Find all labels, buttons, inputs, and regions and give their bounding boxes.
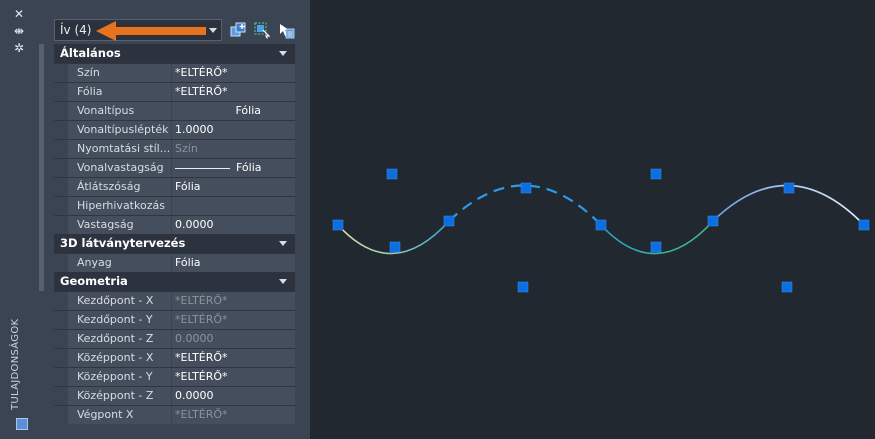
property-value[interactable]: Fólia (172, 178, 295, 196)
center-grip[interactable] (650, 168, 662, 180)
palette-title-strip: ✕ ⇼ ✲ TULAJDONSÁGOK (0, 0, 36, 439)
section-geometry[interactable]: Geometria (54, 272, 295, 291)
property-name: Hiperhivatkozás (68, 197, 171, 215)
grip[interactable] (520, 182, 532, 194)
grip[interactable] (389, 241, 401, 253)
property-grid: Általános Szín *ELTÉRŐ* Fólia *ELTÉRŐ* Von… (54, 44, 295, 424)
chevron-down-icon (279, 51, 287, 56)
section-title: Általános (60, 46, 121, 60)
toggle-pickadd-icon[interactable] (229, 21, 247, 39)
property-value[interactable]: 0.0000 (172, 216, 295, 234)
section-general[interactable]: Általános (54, 44, 295, 63)
close-icon[interactable]: ✕ (13, 8, 25, 20)
property-row[interactable]: Középpont - X *ELTÉRŐ* (54, 348, 295, 367)
property-row[interactable]: Vonalvastagság Fólia (54, 158, 295, 177)
chevron-down-icon (279, 241, 287, 246)
property-row[interactable]: Vonaltípus Fólia (54, 101, 295, 120)
center-grip[interactable] (386, 168, 398, 180)
property-row[interactable]: Anyag Fólia (54, 253, 295, 272)
grip[interactable] (650, 241, 662, 253)
property-name: Kezdőpont - Z (68, 330, 171, 348)
property-value[interactable]: Fólia (172, 254, 295, 272)
property-name: Vonaltípuslépték (68, 121, 171, 139)
property-value[interactable]: *ELTÉRŐ* (172, 83, 295, 101)
autohide-icon[interactable]: ⇼ (13, 25, 25, 37)
chevron-down-icon (279, 279, 287, 284)
property-value[interactable]: Fólia (172, 159, 295, 177)
section-title: Geometria (60, 274, 128, 288)
properties-icon[interactable] (16, 418, 28, 430)
property-name: Átlátszóság (68, 178, 171, 196)
annotation-arrow (96, 21, 206, 41)
property-value[interactable]: *ELTÉRŐ* (172, 349, 295, 367)
property-row[interactable]: Vastagság 0.0000 (54, 215, 295, 234)
property-row[interactable]: Középpont - Z 0.0000 (54, 386, 295, 405)
lineweight-swatch (175, 167, 230, 169)
property-value: Szín (172, 140, 295, 158)
property-value-text: Fólia (236, 161, 262, 174)
property-row[interactable]: Átlátszóság Fólia (54, 177, 295, 196)
section-3d-visualization[interactable]: 3D látványtervezés (54, 234, 295, 253)
drawing-canvas[interactable] (310, 0, 875, 439)
property-value[interactable]: 0.0000 (172, 330, 295, 348)
property-value[interactable]: Fólia (172, 102, 295, 120)
property-row[interactable]: Nyomtatási stíl... Szín (54, 139, 295, 158)
property-name: Középpont - Z (68, 387, 171, 405)
grip[interactable] (595, 219, 607, 231)
property-value[interactable]: *ELTÉRŐ* (172, 406, 295, 424)
property-name: Vonalvastagság (68, 159, 171, 177)
property-name: Vonaltípus (68, 102, 171, 120)
property-value[interactable]: *ELTÉRŐ* (172, 292, 295, 310)
grip[interactable] (858, 219, 870, 231)
property-value[interactable]: 0.0000 (172, 387, 295, 405)
property-name: Kezdőpont - X (68, 292, 171, 310)
grip[interactable] (783, 182, 795, 194)
section-title: 3D látványtervezés (60, 236, 186, 250)
gear-icon[interactable]: ✲ (13, 42, 25, 54)
property-row[interactable]: Középpont - Y *ELTÉRŐ* (54, 367, 295, 386)
property-row[interactable]: Hiperhivatkozás (54, 196, 295, 215)
grip[interactable] (707, 215, 719, 227)
property-name: Végpont X (68, 406, 171, 424)
property-name: Anyag (68, 254, 171, 272)
property-value[interactable]: 1.0000 (172, 121, 295, 139)
center-grip[interactable] (781, 281, 793, 293)
property-value[interactable] (172, 197, 295, 215)
center-grip[interactable] (517, 281, 529, 293)
property-name: Középpont - X (68, 349, 171, 367)
property-row[interactable]: Kezdőpont - Y *ELTÉRŐ* (54, 310, 295, 329)
property-row[interactable]: Vonaltípuslépték 1.0000 (54, 120, 295, 139)
quick-select-icon[interactable] (277, 21, 295, 39)
property-row[interactable]: Kezdőpont - Z 0.0000 (54, 329, 295, 348)
scrollbar[interactable] (39, 44, 44, 291)
property-name: Vastagság (68, 216, 171, 234)
property-row[interactable]: Végpont X *ELTÉRŐ* (54, 405, 295, 424)
property-name: Szín (68, 64, 171, 82)
object-type-value: Ív (4) (60, 23, 92, 37)
grip[interactable] (332, 219, 344, 231)
chevron-down-icon (209, 28, 217, 33)
property-name: Középpont - Y (68, 368, 171, 386)
select-objects-icon[interactable] (253, 21, 271, 39)
property-row[interactable]: Fólia *ELTÉRŐ* (54, 82, 295, 101)
property-row[interactable]: Kezdőpont - X *ELTÉRŐ* (54, 291, 295, 310)
property-name: Fólia (68, 83, 171, 101)
property-row[interactable]: Szín *ELTÉRŐ* (54, 63, 295, 82)
property-name: Kezdőpont - Y (68, 311, 171, 329)
property-value[interactable]: *ELTÉRŐ* (172, 368, 295, 386)
property-value[interactable]: *ELTÉRŐ* (172, 311, 295, 329)
property-name: Nyomtatási stíl... (68, 140, 171, 158)
grip[interactable] (443, 215, 455, 227)
property-value[interactable]: *ELTÉRŐ* (172, 64, 295, 82)
